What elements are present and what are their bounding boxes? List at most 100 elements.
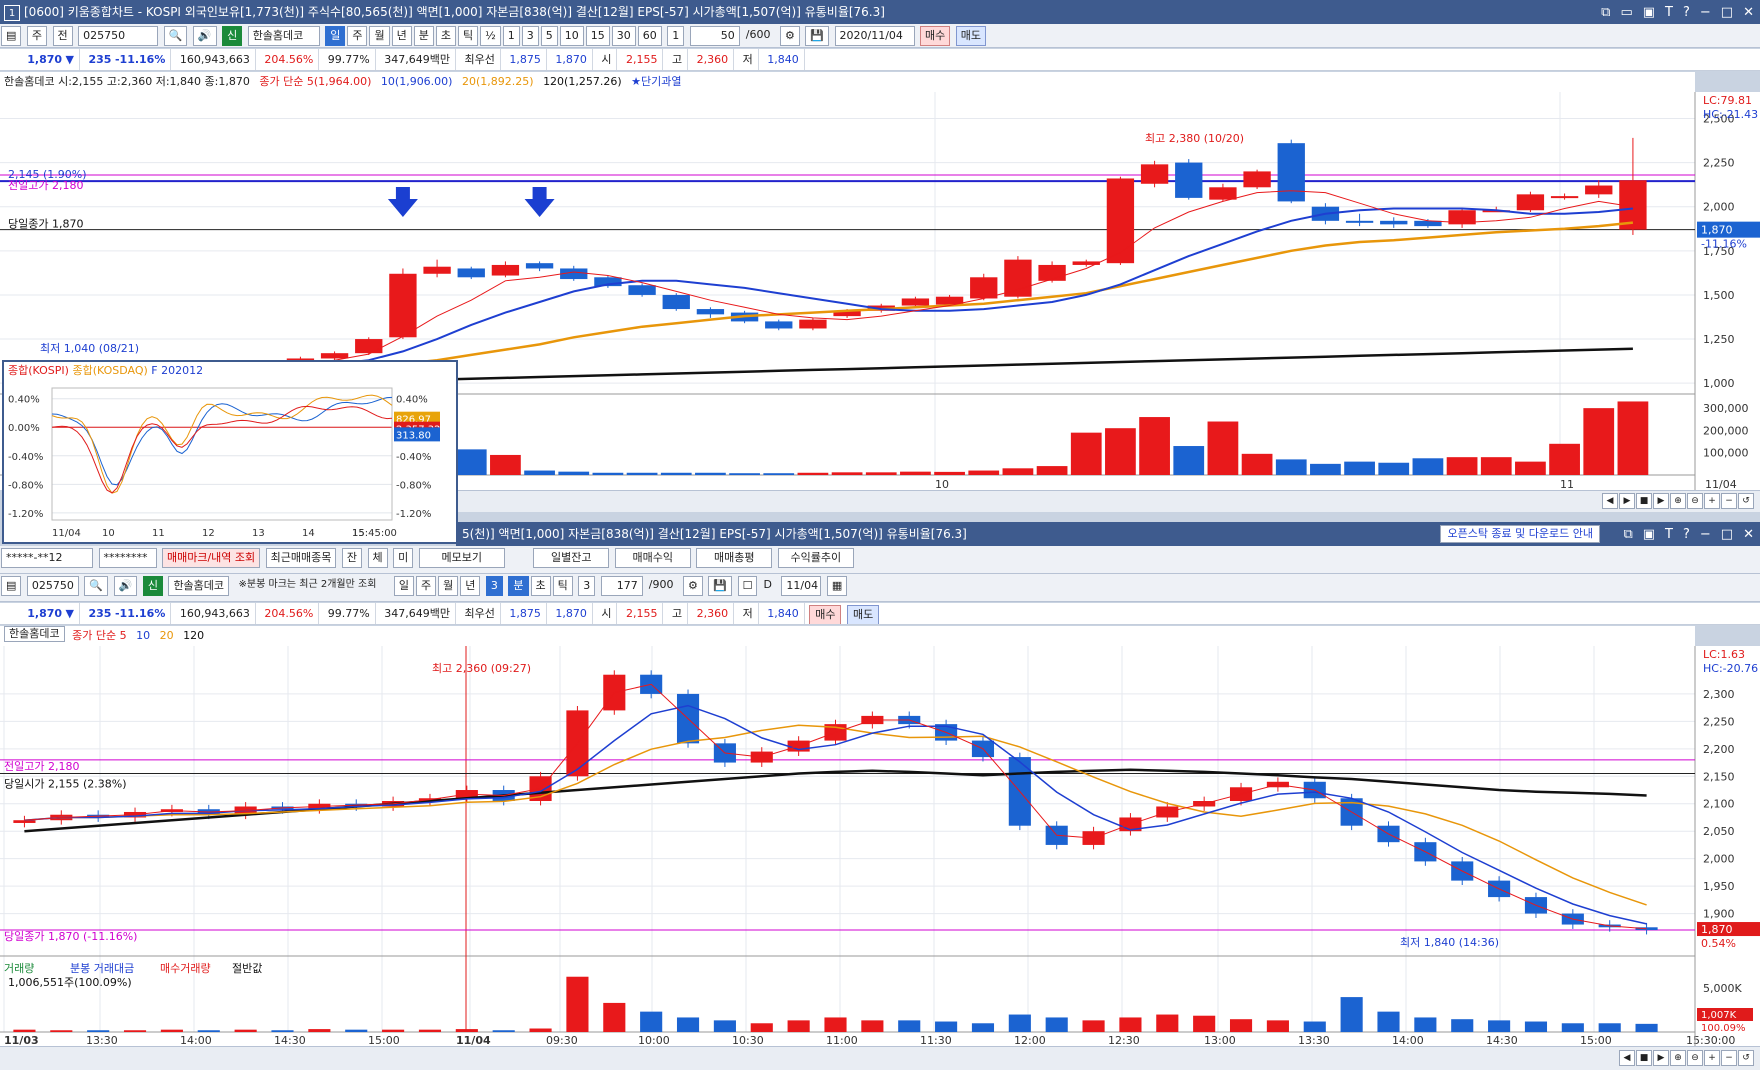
- minimize-icon[interactable]: ▭: [1620, 1, 1632, 24]
- w2-period-tab-6[interactable]: 틱: [552, 576, 573, 596]
- w2-search-icon[interactable]: 🔍: [84, 576, 109, 596]
- w1-period-tab-7[interactable]: ½: [480, 26, 501, 46]
- w2-code-input[interactable]: 025750: [26, 576, 79, 596]
- restore-icon[interactable]: ⧉: [1601, 1, 1610, 24]
- zoom-out-icon[interactable]: ⊖: [1687, 493, 1703, 509]
- max-icon[interactable]: □: [1721, 1, 1733, 24]
- zoom-icon[interactable]: ⊕: [1670, 493, 1686, 509]
- w2-save-icon[interactable]: 💾: [708, 576, 733, 596]
- day-count-select[interactable]: 3: [485, 576, 503, 596]
- w1-period-tab-11[interactable]: 10: [559, 26, 584, 46]
- w2-sell-button[interactable]: 매도: [846, 605, 880, 624]
- w1-period-tab-2[interactable]: 월: [369, 26, 390, 46]
- notice-button[interactable]: 오픈스탁 종료 및 다운로드 안내: [1440, 525, 1600, 543]
- w1-period-tab-3[interactable]: 년: [391, 26, 412, 46]
- balance-button[interactable]: 잔: [341, 548, 363, 568]
- password-input[interactable]: ********: [98, 548, 157, 568]
- speaker-icon[interactable]: 🔊: [192, 26, 217, 46]
- min-icon[interactable]: −: [1700, 1, 1711, 24]
- date-input[interactable]: 2020/11/04: [834, 26, 915, 46]
- w2-period-tab-2[interactable]: 월: [438, 576, 459, 596]
- w2-plus-icon[interactable]: +: [1704, 1050, 1720, 1066]
- w2-next-icon[interactable]: ▶: [1653, 1050, 1669, 1066]
- w2-period-tab-1[interactable]: 주: [416, 576, 437, 596]
- w2-min-icon[interactable]: −: [1700, 523, 1711, 546]
- w2-count-input[interactable]: 177: [600, 576, 643, 596]
- w2-chart-type-icon[interactable]: ▤: [1, 576, 22, 596]
- w2-period-tab-4[interactable]: 분: [508, 576, 529, 596]
- w2-zoom-out-icon[interactable]: ⊖: [1687, 1050, 1703, 1066]
- w1-period-tab-12[interactable]: 15: [585, 26, 610, 46]
- minute-chart[interactable]: 2,300 2,250 2,200 2,150 2,100 2,050 2,000 1,950…: [0, 646, 1760, 1046]
- trade-review-button[interactable]: 매매총평: [696, 548, 773, 568]
- close-icon[interactable]: ✕: [1743, 1, 1754, 24]
- w1-period-tab-6[interactable]: 틱: [457, 26, 479, 46]
- trade-profit-button[interactable]: 매매수익: [614, 548, 691, 568]
- daily-balance-button[interactable]: 일별잔고: [533, 548, 610, 568]
- window1-titlebar[interactable]: 1 [0600] 키움종합차트 - KOSPI 외국인보유[1,773(천)] 주…: [0, 0, 1760, 24]
- search-icon[interactable]: 🔍: [163, 26, 188, 46]
- sell-button[interactable]: 매도: [955, 26, 987, 46]
- text-icon[interactable]: T: [1665, 1, 1673, 24]
- w2-period-tab-0[interactable]: 일: [393, 576, 415, 596]
- w2-scroll-left-icon[interactable]: ◀: [1619, 1050, 1635, 1066]
- window1-scrollbar[interactable]: ◀ ▶ ■ ▶ ⊕ ⊖ + − ↺: [456, 490, 1760, 512]
- w2-text-icon[interactable]: T: [1665, 523, 1673, 546]
- w2-period-tab-5[interactable]: 초: [530, 576, 551, 596]
- buy-button[interactable]: 매수: [920, 26, 951, 46]
- w2-pin-icon[interactable]: ▣: [1643, 523, 1655, 546]
- save-icon[interactable]: 💾: [805, 26, 830, 46]
- window2-titlebar[interactable]: 5(천)] 액면[1,000] 자본금[838(억)] 결산[12월] EPS[…: [456, 522, 1760, 546]
- w2-settings-icon[interactable]: ⚙: [682, 576, 703, 596]
- w2-restore-icon[interactable]: ⧉: [1623, 523, 1632, 546]
- w1-period-tab-9[interactable]: 3: [521, 26, 539, 46]
- filled-button[interactable]: 체: [367, 548, 388, 568]
- w2-minus-icon[interactable]: −: [1721, 1050, 1737, 1066]
- w2-date-input[interactable]: 11/04: [781, 576, 822, 596]
- w2-period-tab-3[interactable]: 년: [460, 576, 481, 596]
- range-select[interactable]: 전: [52, 26, 73, 46]
- minus-icon[interactable]: −: [1721, 493, 1737, 509]
- market-mini-chart[interactable]: 종합(KOSPI) 종합(KOSDAQ) F 202012 0.40% 0.00%…: [2, 360, 458, 544]
- help-icon[interactable]: ?: [1683, 1, 1690, 24]
- account-select[interactable]: *****-**12: [1, 548, 93, 568]
- reset-icon[interactable]: ↺: [1738, 493, 1754, 509]
- next-icon[interactable]: ▶: [1653, 493, 1669, 509]
- unfilled-button[interactable]: 미: [393, 548, 414, 568]
- recent-trades-button[interactable]: 최근매매종목: [265, 548, 337, 568]
- w2-calendar-icon[interactable]: ▦: [826, 576, 848, 596]
- w2-zoom-icon[interactable]: ⊕: [1670, 1050, 1686, 1066]
- trade-mark-button[interactable]: 매매마크/내역 조회: [162, 548, 261, 568]
- w1-period-tab-14[interactable]: 60: [637, 26, 662, 46]
- settings-icon[interactable]: ⚙: [779, 26, 800, 46]
- w1-period-tab-5[interactable]: 초: [435, 26, 456, 46]
- w2-interval-select[interactable]: 3: [578, 576, 596, 596]
- memo-button[interactable]: 메모보기: [418, 548, 505, 568]
- w1-period-tab-4[interactable]: 분: [413, 26, 434, 46]
- w2-close-icon[interactable]: ✕: [1743, 523, 1754, 546]
- stop-icon[interactable]: ■: [1636, 493, 1652, 509]
- w2-reset-icon[interactable]: ↺: [1738, 1050, 1754, 1066]
- w2-stop-icon[interactable]: ■: [1636, 1050, 1652, 1066]
- w1-period-tab-13[interactable]: 30: [611, 26, 636, 46]
- w2-max-icon[interactable]: □: [1721, 523, 1733, 546]
- w2-help-icon[interactable]: ?: [1683, 523, 1690, 546]
- w2-speaker-icon[interactable]: 🔊: [113, 576, 138, 596]
- w1-period-tab-10[interactable]: 5: [540, 26, 558, 46]
- w1-period-tab-0[interactable]: 일: [325, 26, 346, 46]
- return-trend-button[interactable]: 수익률추이: [777, 548, 854, 568]
- scroll-left-icon[interactable]: ◀: [1602, 493, 1618, 509]
- code-input[interactable]: 025750: [78, 26, 159, 46]
- w2-buy-button[interactable]: 매수: [809, 605, 842, 624]
- type-select[interactable]: 주: [26, 26, 48, 46]
- window2-scrollbar[interactable]: ◀ ■ ▶ ⊕ ⊖ + − ↺: [0, 1046, 1760, 1070]
- w1-period-tab-1[interactable]: 주: [347, 26, 368, 46]
- plus-icon[interactable]: +: [1704, 493, 1720, 509]
- w2-legend-stock[interactable]: 한솔홈데코: [4, 626, 65, 642]
- chart-type-icon[interactable]: ▤: [1, 26, 22, 46]
- pin-icon[interactable]: ▣: [1643, 1, 1655, 24]
- w2-checkbox[interactable]: ☐: [737, 576, 758, 596]
- interval-select[interactable]: 1: [667, 26, 685, 46]
- scroll-right-icon[interactable]: ▶: [1619, 493, 1635, 509]
- count-input[interactable]: 50: [689, 26, 740, 46]
